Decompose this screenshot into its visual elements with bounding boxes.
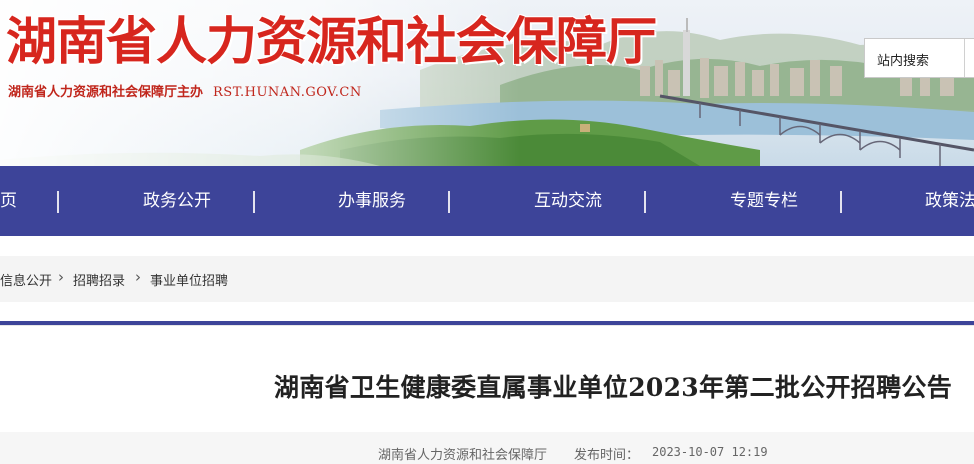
content-top-rule-shadow <box>0 325 974 326</box>
site-subtitle: 湖南省人力资源和社会保障厅主办 RST.HUNAN.GOV.CN <box>8 81 362 100</box>
publish-label: 发布时间： <box>574 447 640 462</box>
site-title: 湖南省人力资源和社会保障厅 <box>6 12 657 72</box>
nav-divider <box>57 191 59 213</box>
search-divider <box>964 39 974 77</box>
breadcrumb-item-recruitment[interactable]: 招聘招录 <box>73 270 125 289</box>
site-sponsor: 湖南省人力资源和社会保障厅主办 <box>8 85 204 100</box>
article-source: 湖南省人力资源和社会保障厅 <box>378 447 548 462</box>
site-banner: 湖南省人力资源和社会保障厅 湖南省人力资源和社会保障厅主办 RST.HUNAN.G… <box>0 0 974 166</box>
nav-item-government-affairs[interactable]: 政务公开 <box>143 166 211 236</box>
site-search-button[interactable]: 站内搜索 <box>864 38 974 78</box>
nav-item-home[interactable]: 页 <box>0 166 17 236</box>
nav-divider <box>644 191 646 213</box>
nav-divider <box>253 191 255 213</box>
article-title: 湖南省卫生健康委直属事业单位2023年第二批公开招聘公告 <box>274 373 952 402</box>
nav-item-interaction[interactable]: 互动交流 <box>534 166 602 236</box>
nav-item-special-topics[interactable]: 专题专栏 <box>730 166 798 236</box>
breadcrumb-chevron-icon: › <box>135 268 141 286</box>
breadcrumb-item-info-disclosure[interactable]: 信息公开 <box>0 270 52 289</box>
site-url: RST.HUNAN.GOV.CN <box>213 85 362 100</box>
nav-item-policies[interactable]: 政策法 <box>925 166 974 236</box>
nav-divider <box>840 191 842 213</box>
nav-item-services[interactable]: 办事服务 <box>338 166 406 236</box>
publish-time: 2023-10-07 12:19 <box>652 445 768 459</box>
breadcrumb-item-institution-recruitment[interactable]: 事业单位招聘 <box>150 270 228 289</box>
main-nav: 页 政务公开 办事服务 互动交流 专题专栏 政策法 <box>0 166 974 236</box>
nav-divider <box>448 191 450 213</box>
breadcrumb: 信息公开 › 招聘招录 › 事业单位招聘 <box>0 256 974 302</box>
search-label: 站内搜索 <box>877 53 930 68</box>
breadcrumb-chevron-icon: › <box>58 268 64 286</box>
